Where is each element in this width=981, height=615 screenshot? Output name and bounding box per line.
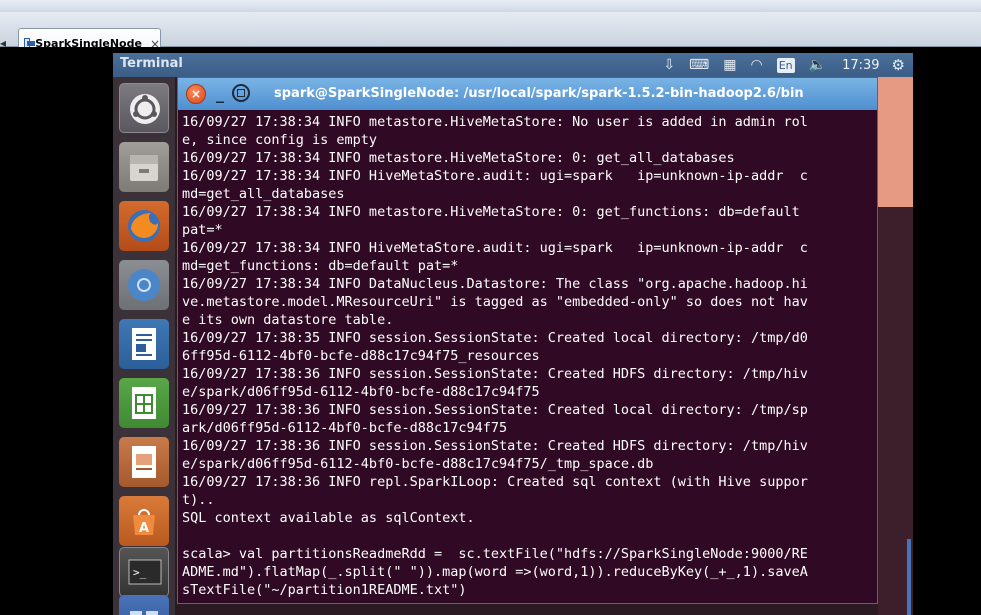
terminal-line: md=get_functions: db=default pat=* [182, 258, 459, 274]
terminal-line: sTextFile("~/partition1README.txt") [182, 582, 467, 597]
keyboard-layout-icon[interactable]: ▦ [723, 53, 736, 77]
terminal-title: spark@SparkSingleNode: /usr/local/spark/… [274, 86, 804, 101]
impress-icon[interactable] [119, 437, 169, 487]
terminal-line: 16/09/27 17:38:34 INFO HiveMetaStore.aud… [182, 168, 808, 184]
firefox-icon[interactable] [119, 201, 169, 251]
terminal-line: e/spark/d06ff95d-6112-4bf0-bcfe-d88c17c9… [182, 456, 654, 472]
volume-icon[interactable]: 🔈 [809, 53, 826, 77]
terminal-line: 16/09/27 17:38:34 INFO metastore.HiveMet… [182, 114, 808, 130]
terminal-line: scala> val partitionsReadmeRdd = sc.text… [182, 546, 808, 562]
desktop-wallpaper [878, 77, 913, 207]
terminal-line: 16/09/27 17:38:34 INFO metastore.HiveMet… [182, 150, 735, 166]
terminal-line: ADME.md").flatMap(_.split(" ")).map(word… [182, 564, 808, 580]
terminal-line: 6ff95d-6112-4bf0-bcfe-d88c17c94f75_resou… [182, 348, 540, 364]
ubuntu-dash-icon[interactable] [119, 83, 169, 133]
terminal-line: 16/09/27 17:38:36 INFO session.SessionSt… [182, 438, 808, 454]
writer-icon[interactable] [119, 319, 169, 369]
top-panel: Terminal ⇩ ⌨ ▦ ◠ En 🔈 17:39 ⚙ [113, 53, 913, 77]
files-icon[interactable] [119, 142, 169, 192]
gear-icon[interactable]: ⚙ [892, 56, 905, 74]
terminal-line: ve.metastore.model.MResourceUri" is tagg… [182, 294, 808, 310]
host-tabbar: ◂ SparkSingleNode × [0, 12, 981, 58]
software-center-icon[interactable]: A [119, 496, 169, 546]
workspace-switcher-icon[interactable] [119, 595, 169, 615]
download-icon[interactable]: ⇩ [663, 53, 675, 77]
panel-indicators: ⇩ ⌨ ▦ ◠ En 🔈 17:39 ⚙ [649, 53, 913, 77]
panel-clock[interactable]: 17:39 [842, 58, 879, 73]
terminal-line: pat=* [182, 222, 223, 238]
terminal-line: e its own datastore table. [182, 312, 394, 328]
terminal-line: SQL context available as sqlContext. [182, 510, 475, 526]
terminal-line: ark/d06ff95d-6112-4bf0-bcfe-d88c17c94f75 [182, 420, 508, 436]
chromium-icon[interactable] [119, 260, 169, 310]
terminal-line: 16/09/27 17:38:36 INFO session.SessionSt… [182, 366, 808, 382]
scroll-indicator [907, 539, 911, 615]
terminal-line: 16/09/27 17:38:34 INFO DataNucleus.Datas… [182, 276, 808, 292]
keyboard-icon[interactable]: ⌨ [689, 53, 709, 77]
terminal-icon[interactable]: >_ [119, 547, 169, 597]
terminal-line: 16/09/27 17:38:34 INFO HiveMetaStore.aud… [182, 240, 808, 256]
terminal-line: e, since config is empty [182, 132, 378, 148]
terminal-output[interactable]: 16/09/27 17:38:34 INFO metastore.HiveMet… [182, 113, 872, 597]
svg-text:A: A [139, 521, 149, 536]
terminal-line: 16/09/27 17:38:36 INFO session.SessionSt… [182, 402, 808, 418]
close-icon[interactable]: × [186, 84, 206, 104]
calc-icon[interactable] [119, 378, 169, 428]
terminal-line: 16/09/27 17:38:35 INFO session.SessionSt… [182, 330, 808, 346]
terminal-line: e/spark/d06ff95d-6112-4bf0-bcfe-d88c17c9… [182, 384, 540, 400]
terminal-line: t).. [182, 492, 215, 508]
wifi-icon[interactable]: ◠ [751, 53, 763, 77]
svg-text:>_: >_ [133, 566, 147, 579]
launcher: A >_ [113, 77, 175, 615]
maximize-icon[interactable] [232, 84, 250, 102]
minimize-icon[interactable]: _ [211, 84, 229, 104]
guest-desktop: Terminal ⇩ ⌨ ▦ ◠ En 🔈 17:39 ⚙ A >_ × _ s… [113, 53, 913, 615]
terminal-titlebar[interactable]: × _ spark@SparkSingleNode: /usr/local/sp… [178, 78, 877, 110]
panel-app-title: Terminal [120, 56, 183, 71]
terminal-line: 16/09/27 17:38:36 INFO repl.SparkILoop: … [182, 474, 808, 490]
language-indicator[interactable]: En [776, 57, 795, 73]
terminal-line: 16/09/27 17:38:34 INFO metastore.HiveMet… [182, 204, 800, 220]
terminal-line: md=get_all_databases [182, 186, 345, 202]
terminal-window[interactable]: × _ spark@SparkSingleNode: /usr/local/sp… [177, 77, 878, 604]
